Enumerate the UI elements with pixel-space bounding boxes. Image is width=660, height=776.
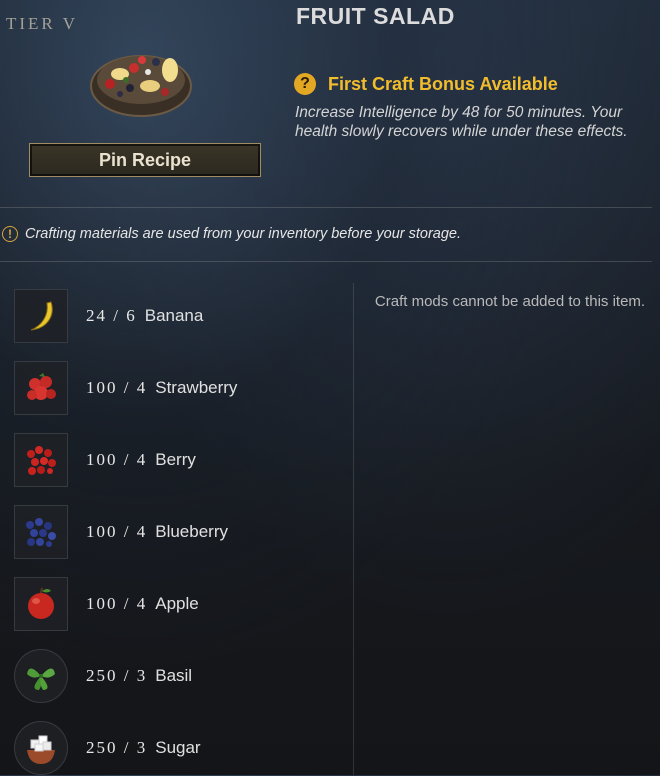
berry-icon [14, 433, 68, 487]
material-row-sugar[interactable]: 250 / 3 Sugar [14, 720, 344, 776]
material-name: Strawberry [155, 378, 238, 397]
material-name: Basil [155, 666, 193, 685]
pin-recipe-button[interactable]: Pin Recipe [29, 143, 261, 177]
material-row-apple[interactable]: 100 / 4 Apple [14, 576, 344, 632]
material-row-blueberry[interactable]: 100 / 4 Blueberry [14, 504, 344, 560]
question-icon[interactable]: ? [294, 73, 316, 95]
material-name: Berry [155, 450, 196, 469]
material-count: 100 / 4 [86, 378, 148, 397]
material-name: Sugar [155, 738, 201, 757]
divider [0, 261, 652, 262]
exclamation-icon: ! [2, 226, 18, 242]
material-name: Apple [155, 594, 199, 613]
material-row-strawberry[interactable]: 100 / 4 Strawberry [14, 360, 344, 416]
inventory-notice: ! Crafting materials are used from your … [2, 226, 461, 242]
material-count: 250 / 3 [86, 666, 148, 685]
apple-icon [14, 577, 68, 631]
material-count: 250 / 3 [86, 738, 148, 757]
tier-label: TIER V [6, 14, 78, 33]
material-count: 24 / 6 [86, 306, 137, 325]
blueberry-icon [14, 505, 68, 559]
bonus-title: First Craft Bonus Available [328, 73, 558, 94]
material-count: 100 / 4 [86, 522, 148, 541]
bonus-description: Increase Intelligence by 48 for 50 minut… [295, 104, 628, 140]
material-count: 100 / 4 [86, 594, 148, 613]
material-name: Blueberry [155, 522, 228, 541]
strawberry-icon [14, 361, 68, 415]
craft-mods-note: Craft mods cannot be added to this item. [374, 293, 646, 310]
material-count: 100 / 4 [86, 450, 148, 469]
banana-icon [14, 289, 68, 343]
material-name: Banana [144, 306, 204, 325]
material-row-berry[interactable]: 100 / 4 Berry [14, 432, 344, 488]
divider [0, 207, 652, 208]
column-divider [353, 283, 354, 775]
sugar-icon [14, 721, 68, 775]
basil-icon [14, 649, 68, 703]
first-craft-bonus: ? First Craft Bonus Available [294, 73, 558, 95]
notice-text: Crafting materials are used from your in… [25, 226, 462, 242]
material-row-banana[interactable]: 24 / 6 Banana [14, 288, 344, 344]
material-row-basil[interactable]: 250 / 3 Basil [14, 648, 344, 704]
recipe-title: FRUIT SALAD [296, 3, 455, 29]
fruit-salad-icon [90, 40, 192, 118]
